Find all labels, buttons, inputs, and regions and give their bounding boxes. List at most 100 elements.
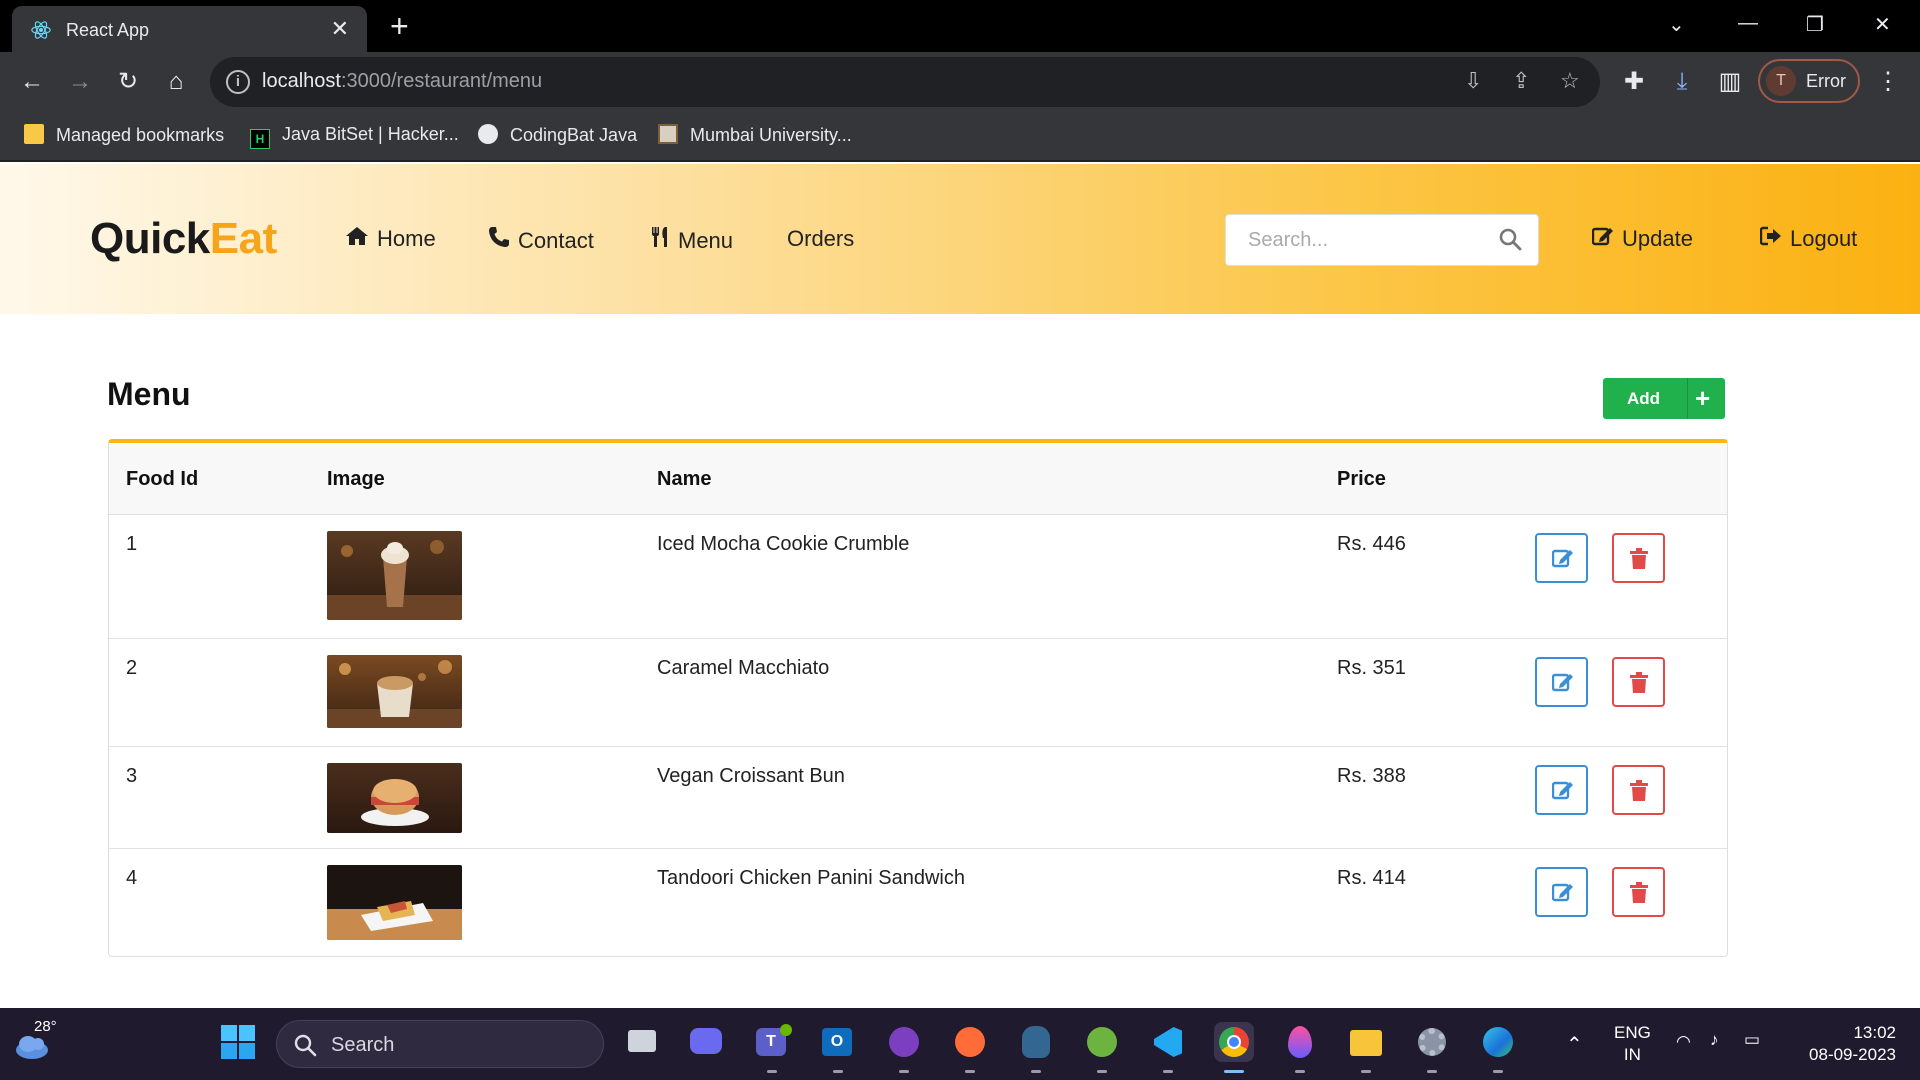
search-placeholder: Search... <box>1248 229 1329 251</box>
postgresql-icon[interactable] <box>1016 1022 1056 1073</box>
weather-widget[interactable]: 28° <box>12 1018 57 1062</box>
chevron-up-icon[interactable]: ⌃ <box>1566 1032 1583 1057</box>
profile-button[interactable]: T Error <box>1758 59 1860 103</box>
edit-icon <box>1552 883 1573 902</box>
table-row: 1 Iced Mocha Cookie Crumble Rs. 446 <box>109 515 1727 639</box>
bookmark-managed[interactable]: Managed bookmarks <box>24 124 224 146</box>
food-image <box>327 763 462 833</box>
close-tab-icon[interactable]: ✕ <box>331 16 349 42</box>
logout-link[interactable]: Logout <box>1760 226 1857 252</box>
wifi-icon[interactable]: ◠ <box>1676 1032 1691 1052</box>
food-price: Rs. 414 <box>1337 867 1406 889</box>
side-panel-icon[interactable]: ▥ <box>1714 66 1746 98</box>
start-button[interactable] <box>218 1022 258 1062</box>
food-price: Rs. 351 <box>1337 657 1406 679</box>
column-header-image: Image <box>327 468 385 490</box>
chrome-icon[interactable] <box>1214 1022 1254 1073</box>
search-input[interactable]: Search... <box>1225 214 1539 266</box>
food-id: 2 <box>126 657 138 679</box>
address-bar[interactable]: i localhost:3000/restaurant/menu ⇩ ⇪ ☆ <box>210 57 1600 107</box>
bookmark-mumbai-university[interactable]: Mumbai University... <box>658 124 852 146</box>
food-name: Caramel Macchiato <box>657 657 830 679</box>
bookmark-hackerrank[interactable]: H Java BitSet | Hacker... <box>250 124 459 149</box>
food-image <box>327 865 462 940</box>
clock[interactable]: 13:02 08-09-2023 <box>1798 1022 1896 1066</box>
plus-icon: + <box>1695 383 1711 413</box>
food-name: Iced Mocha Cookie Crumble <box>657 533 910 555</box>
weather-temp: 28° <box>34 1018 57 1035</box>
taskbar-search[interactable]: Search <box>276 1020 604 1068</box>
delete-button[interactable] <box>1612 533 1665 583</box>
more-menu-icon[interactable]: ⋮ <box>1872 66 1904 98</box>
edit-button[interactable] <box>1535 657 1588 707</box>
edit-button[interactable] <box>1535 533 1588 583</box>
column-header-food-id: Food Id <box>126 468 199 490</box>
edit-button[interactable] <box>1535 867 1588 917</box>
bookmark-codingbat[interactable]: CodingBat Java <box>478 124 637 146</box>
battery-icon[interactable]: ▭ <box>1744 1030 1760 1050</box>
home-icon[interactable]: ⌂ <box>160 66 192 98</box>
language-indicator[interactable]: ENG IN <box>1614 1022 1651 1066</box>
nav-contact[interactable]: Contact <box>488 226 594 254</box>
back-icon[interactable]: ← <box>16 66 48 98</box>
react-icon <box>31 21 51 39</box>
bookmark-star-icon[interactable]: ☆ <box>1560 68 1580 94</box>
site-info-icon[interactable]: i <box>226 70 250 94</box>
food-price: Rs. 446 <box>1337 533 1406 555</box>
trash-icon <box>1630 882 1648 903</box>
close-window-icon[interactable]: ✕ <box>1874 12 1891 37</box>
food-name: Tandoori Chicken Panini Sandwich <box>657 867 965 889</box>
search-icon <box>294 1034 317 1057</box>
app-navbar: QuickEat Home Contact Menu Orders Search… <box>0 164 1920 314</box>
teams-icon[interactable]: T <box>752 1022 792 1073</box>
update-link[interactable]: Update <box>1592 226 1693 252</box>
restore-icon[interactable]: ❐ <box>1806 12 1824 37</box>
github-desktop-icon[interactable] <box>884 1022 924 1073</box>
column-header-price: Price <box>1337 468 1386 490</box>
nav-home[interactable]: Home <box>345 226 436 252</box>
edge-icon[interactable] <box>1478 1022 1518 1073</box>
url-text: localhost:3000/restaurant/menu <box>262 70 543 92</box>
phone-icon <box>489 227 509 247</box>
nav-orders[interactable]: Orders <box>787 226 854 252</box>
food-id: 3 <box>126 765 138 787</box>
minimize-icon[interactable]: — <box>1738 12 1758 35</box>
forward-icon[interactable]: → <box>64 66 96 98</box>
table-row: 4 Tandoori Chicken Panini Sandwich Rs. 4… <box>109 849 1727 957</box>
delete-button[interactable] <box>1612 867 1665 917</box>
spring-tools-icon[interactable] <box>1082 1022 1122 1073</box>
new-tab-icon[interactable]: + <box>390 8 409 45</box>
share-icon[interactable]: ⇪ <box>1512 68 1530 94</box>
folder-icon <box>24 124 44 144</box>
home-icon <box>346 227 368 245</box>
chat-icon[interactable] <box>686 1022 726 1062</box>
tab-search-icon[interactable]: ⌄ <box>1668 12 1685 37</box>
edit-button[interactable] <box>1535 765 1588 815</box>
postman-icon[interactable] <box>950 1022 990 1073</box>
browser-tab[interactable]: React App ✕ <box>12 6 367 52</box>
file-explorer-icon[interactable] <box>1346 1022 1386 1073</box>
extensions-icon[interactable]: ✚ <box>1618 66 1650 98</box>
paint-icon[interactable] <box>1280 1022 1320 1073</box>
install-app-icon[interactable]: ⇩ <box>1464 68 1482 94</box>
add-button[interactable]: Add + <box>1603 378 1725 419</box>
browser-tab-strip: React App ✕ + ⌄ — ❐ ✕ <box>0 0 1920 52</box>
delete-button[interactable] <box>1612 765 1665 815</box>
task-view-icon[interactable] <box>622 1022 662 1062</box>
vscode-icon[interactable] <box>1148 1022 1188 1073</box>
delete-button[interactable] <box>1612 657 1665 707</box>
search-icon[interactable] <box>1498 227 1522 251</box>
page-title: Menu <box>107 376 191 412</box>
tab-title: React App <box>66 20 150 40</box>
outlook-icon[interactable]: O <box>818 1022 858 1073</box>
reload-icon[interactable]: ↻ <box>112 66 144 98</box>
settings-icon[interactable] <box>1412 1022 1452 1073</box>
bookmarks-bar: Managed bookmarks H Java BitSet | Hacker.… <box>0 112 1920 162</box>
logout-icon <box>1760 226 1781 246</box>
downloads-icon[interactable]: ⤓ <box>1666 66 1698 98</box>
food-name: Vegan Croissant Bun <box>657 765 845 787</box>
edit-icon <box>1592 227 1613 246</box>
nav-menu[interactable]: Menu <box>650 226 733 254</box>
volume-icon[interactable]: ♪ <box>1710 1030 1719 1050</box>
logo[interactable]: QuickEat <box>90 214 277 264</box>
